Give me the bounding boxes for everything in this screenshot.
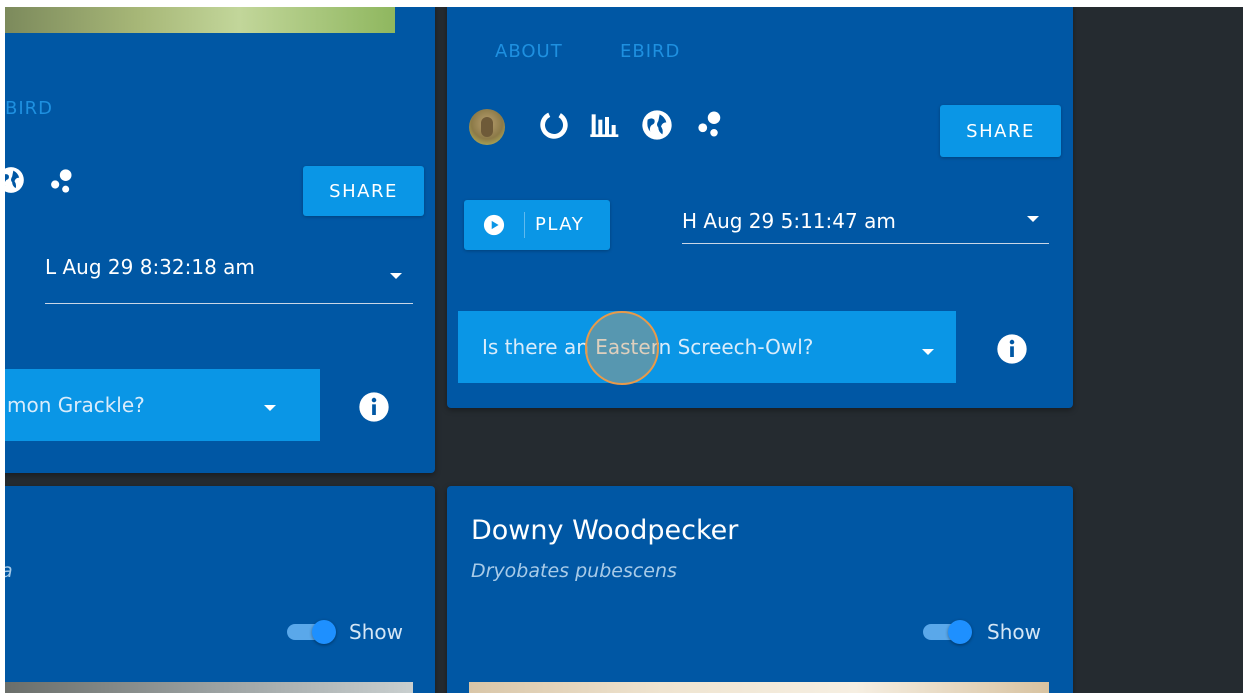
common-name: Downy Woodpecker: [471, 515, 739, 546]
chevron-down-icon: [264, 405, 276, 411]
scientific-name: Dryobates pubescens: [471, 560, 677, 582]
show-label: Show: [349, 620, 403, 644]
chevron-down-icon[interactable]: [390, 273, 402, 279]
bird-photo: [469, 682, 1049, 693]
play-circle-icon: [483, 214, 505, 236]
recording-select-value[interactable]: H Aug 29 5:11:47 am: [682, 209, 896, 233]
chevron-down-icon[interactable]: [1027, 216, 1039, 222]
select-underline: [45, 303, 413, 304]
info-icon[interactable]: [358, 391, 390, 423]
show-toggle-knob[interactable]: [948, 620, 972, 644]
share-button[interactable]: SHARE: [303, 166, 424, 216]
show-toggle-knob[interactable]: [312, 620, 336, 644]
globe-icon[interactable]: [5, 166, 25, 194]
owl-avatar[interactable]: [469, 109, 505, 145]
bird-card-downy-woodpecker: Downy Woodpecker Dryobates pubescens Sho…: [447, 486, 1073, 693]
circle-progress-icon[interactable]: [538, 109, 570, 141]
dots-icon[interactable]: [694, 109, 724, 139]
scientific-name: a: [5, 560, 13, 582]
bird-card-bottom-left: a Show: [5, 486, 435, 693]
tab-ebird[interactable]: EBIRD: [620, 41, 680, 62]
info-icon[interactable]: [996, 333, 1028, 365]
species-question-select[interactable]: Is there an Eastern Screech-Owl?: [458, 311, 956, 383]
tab-ebird[interactable]: BIRD: [5, 98, 53, 119]
play-button[interactable]: PLAY: [464, 200, 610, 250]
dots-icon[interactable]: [47, 167, 75, 195]
show-label: Show: [987, 620, 1041, 644]
globe-icon[interactable]: [641, 109, 673, 141]
bird-card-screech-owl: ABOUT EBIRD SHARE PLAY H Aug 29 5:11:47 …: [447, 7, 1073, 408]
recording-select-value[interactable]: L Aug 29 8:32:18 am: [45, 255, 255, 279]
species-question-select[interactable]: mon Grackle?: [5, 369, 320, 441]
bird-photo: [5, 7, 395, 33]
bar-chart-icon[interactable]: [589, 109, 621, 141]
tab-about[interactable]: ABOUT: [495, 41, 563, 62]
bird-card-grackle: BIRD SHARE L Aug 29 8:32:18 am mon Grack…: [5, 7, 435, 473]
question-text: mon Grackle?: [7, 393, 145, 417]
share-button[interactable]: SHARE: [940, 105, 1061, 157]
play-label: PLAY: [535, 214, 585, 235]
cursor-ring: [585, 311, 659, 385]
bird-photo: [5, 682, 413, 693]
play-divider: [524, 212, 525, 238]
select-underline: [682, 243, 1049, 244]
chevron-down-icon: [922, 349, 934, 355]
app-viewport: BIRD SHARE L Aug 29 8:32:18 am mon Grack…: [5, 7, 1243, 693]
